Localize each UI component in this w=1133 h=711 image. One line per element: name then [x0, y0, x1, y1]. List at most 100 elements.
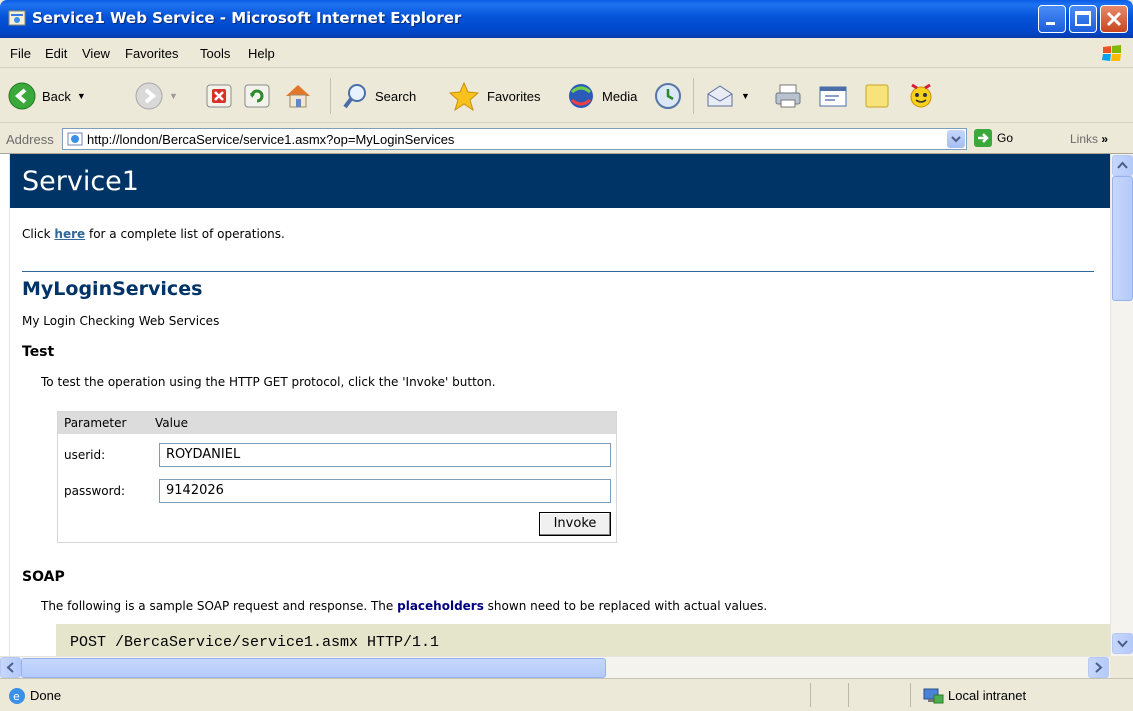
stop-icon	[206, 84, 232, 108]
chevron-right-icon: »	[1101, 132, 1109, 146]
col-value: Value	[155, 416, 188, 430]
password-input[interactable]: 9142026	[159, 479, 611, 503]
star-icon	[448, 81, 480, 111]
media-button[interactable]: Media	[566, 81, 637, 111]
home-icon	[286, 85, 310, 108]
scroll-thumb[interactable]	[1112, 176, 1133, 301]
go-arrow-icon	[974, 129, 992, 147]
minimize-button[interactable]	[1038, 5, 1066, 33]
windows-logo-icon	[1102, 45, 1121, 61]
printer-icon	[775, 84, 801, 108]
mail-button[interactable]: ▼	[705, 81, 750, 111]
chevron-left-icon	[6, 662, 14, 673]
toolbar-separator	[330, 78, 331, 114]
stop-button[interactable]	[205, 81, 233, 111]
soap-pre: The following is a sample SOAP request a…	[41, 599, 398, 613]
edit-button[interactable]	[817, 81, 849, 111]
userid-input[interactable]: ROYDANIEL	[159, 443, 611, 467]
page-header: Service1	[10, 154, 1110, 208]
table-header	[58, 412, 616, 434]
close-button[interactable]	[1100, 5, 1128, 33]
intranet-icon	[923, 688, 944, 704]
back-button[interactable]: Back ▼	[8, 81, 86, 111]
print-button[interactable]	[773, 81, 803, 111]
menu-file[interactable]: File	[10, 46, 31, 61]
links-toolbar[interactable]: Links »	[1070, 132, 1108, 146]
operation-description: My Login Checking Web Services	[22, 314, 220, 328]
search-icon	[343, 84, 366, 109]
address-dropdown-button[interactable]	[947, 130, 965, 148]
minimize-icon	[1046, 22, 1055, 25]
menu-bar: File Edit View Favorites Tools Help	[0, 38, 1133, 68]
search-button[interactable]: Search	[343, 81, 416, 111]
address-bar: Address http://london/BercaService/servi…	[0, 124, 1133, 154]
scroll-down-button[interactable]	[1112, 633, 1133, 654]
ie-page-icon: e	[9, 688, 25, 704]
soap-post: shown need to be replaced with actual va…	[483, 599, 768, 613]
status-divider	[810, 683, 811, 707]
title-bar: Service1 Web Service - Microsoft Interne…	[0, 0, 1133, 38]
address-url: http://london/BercaService/service1.asmx…	[87, 132, 455, 147]
mail-icon	[707, 85, 733, 107]
operations-link[interactable]: here	[54, 227, 85, 241]
go-button[interactable]: Go	[973, 128, 1013, 148]
media-icon	[569, 84, 593, 108]
left-frame	[0, 154, 10, 656]
menu-help[interactable]: Help	[248, 46, 275, 61]
status-bar: e Done Local intranet	[0, 678, 1133, 711]
scroll-right-button[interactable]	[1088, 657, 1109, 678]
search-label: Search	[375, 88, 417, 104]
window-title: Service1 Web Service - Microsoft Interne…	[32, 9, 462, 27]
forward-button[interactable]: ▼	[135, 81, 178, 111]
note-icon	[865, 84, 889, 108]
chevron-down-icon	[1117, 640, 1128, 648]
back-label: Back	[42, 88, 71, 104]
page-viewport: Service1 Click here for a complete list …	[10, 154, 1110, 656]
intro-post: for a complete list of operations.	[85, 227, 285, 241]
menu-tools[interactable]: Tools	[200, 46, 230, 61]
refresh-button[interactable]	[243, 81, 271, 111]
password-label: password:	[64, 484, 126, 498]
vertical-scrollbar[interactable]	[1110, 154, 1133, 656]
messenger-icon	[910, 83, 932, 108]
status-text: Done	[30, 688, 62, 703]
parameter-table: Parameter Value userid: ROYDANIEL passwo…	[57, 411, 617, 543]
menu-edit[interactable]: Edit	[45, 46, 67, 61]
horizontal-scrollbar[interactable]	[0, 656, 1110, 678]
scroll-up-button[interactable]	[1112, 155, 1133, 176]
forward-arrow-icon	[135, 82, 163, 110]
test-heading: Test	[22, 344, 55, 360]
back-arrow-icon	[8, 82, 36, 110]
close-icon	[1106, 11, 1122, 27]
status-divider	[910, 683, 911, 707]
operation-title: MyLoginServices	[22, 278, 203, 300]
discuss-button[interactable]	[862, 81, 892, 111]
mail-dropdown-icon[interactable]: ▼	[741, 91, 750, 101]
status-divider	[848, 683, 849, 707]
code-line: POST /BercaService/service1.asmx HTTP/1.…	[70, 634, 440, 651]
userid-label: userid:	[64, 448, 106, 462]
invoke-button[interactable]: Invoke	[539, 512, 611, 536]
placeholders-link[interactable]: placeholders	[397, 599, 484, 613]
messenger-button[interactable]	[906, 81, 936, 111]
chevron-down-icon	[951, 136, 961, 143]
address-input[interactable]: http://london/BercaService/service1.asmx…	[62, 128, 967, 150]
scroll-left-button[interactable]	[0, 657, 21, 678]
security-zone: Local intranet	[948, 688, 1027, 703]
forward-dropdown-icon[interactable]: ▼	[169, 91, 178, 101]
chevron-up-icon	[1117, 161, 1128, 169]
back-dropdown-icon[interactable]: ▼	[77, 91, 86, 101]
history-button[interactable]	[654, 81, 682, 111]
toolbar-separator	[693, 78, 694, 114]
links-label: Links	[1070, 132, 1099, 146]
address-label: Address	[6, 132, 54, 147]
home-button[interactable]	[283, 81, 313, 111]
favorites-label: Favorites	[487, 88, 541, 104]
menu-view[interactable]: View	[82, 46, 110, 61]
favorites-button[interactable]: Favorites	[447, 81, 540, 111]
maximize-icon	[1075, 11, 1091, 26]
svg-text:e: e	[13, 690, 20, 703]
maximize-button[interactable]	[1069, 5, 1097, 33]
menu-favorites[interactable]: Favorites	[125, 46, 178, 61]
hscroll-thumb[interactable]	[21, 658, 606, 678]
